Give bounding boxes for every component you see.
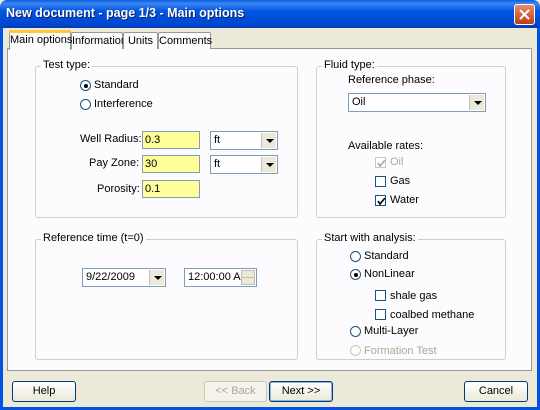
date-picker[interactable]: 9/22/2009: [82, 268, 166, 287]
analysis-standard-label[interactable]: Standard: [364, 250, 409, 262]
tab-comments[interactable]: Comments: [158, 32, 212, 49]
pay-zone-input[interactable]: 30: [142, 155, 200, 173]
chevron-down-icon[interactable]: [261, 133, 276, 148]
reference-time-group: [35, 239, 298, 360]
tab-main-options[interactable]: Main options: [9, 30, 72, 50]
oil-rate-label: Oil: [390, 156, 404, 168]
gas-rate-label[interactable]: Gas: [390, 175, 410, 187]
coalbed-methane-label[interactable]: coalbed methane: [390, 309, 474, 321]
water-rate-label[interactable]: Water: [390, 194, 419, 206]
well-radius-label: Well Radius:: [80, 133, 142, 145]
porosity-label: Porosity:: [97, 183, 140, 195]
test-type-legend: Test type:: [41, 59, 93, 71]
spin-down-icon[interactable]: [241, 277, 255, 285]
gas-rate-checkbox[interactable]: [375, 176, 386, 187]
porosity-input[interactable]: 0.1: [142, 180, 200, 198]
chevron-down-icon[interactable]: [261, 157, 276, 172]
close-icon: [519, 9, 530, 20]
formation-test-radio[interactable]: [350, 345, 361, 356]
formation-test-label: Formation Test: [364, 345, 437, 357]
pay-zone-unit-select[interactable]: ft: [210, 155, 278, 174]
fluid-type-legend: Fluid type:: [322, 59, 377, 71]
multi-layer-radio[interactable]: [350, 326, 361, 337]
time-picker[interactable]: 12:00:00 AM: [184, 268, 257, 287]
tab-information[interactable]: Information: [71, 32, 127, 49]
back-button[interactable]: << Back: [204, 381, 267, 402]
well-radius-unit-value: ft: [214, 134, 221, 146]
window-frame-left: [0, 28, 3, 410]
reference-phase-label: Reference phase:: [348, 74, 435, 86]
date-value: 9/22/2009: [86, 271, 135, 283]
nonlinear-label[interactable]: NonLinear: [364, 268, 415, 280]
window-title: New document - page 1/3 - Main options: [6, 6, 245, 20]
chevron-down-icon[interactable]: [469, 95, 484, 110]
next-button[interactable]: Next >>: [269, 381, 333, 402]
close-button[interactable]: [514, 4, 535, 25]
shale-gas-checkbox[interactable]: [375, 290, 386, 301]
coalbed-methane-checkbox[interactable]: [375, 309, 386, 320]
reference-time-legend: Reference time (t=0): [41, 232, 146, 244]
reference-phase-select[interactable]: Oil: [348, 93, 486, 112]
help-button[interactable]: Help: [12, 381, 76, 402]
shale-gas-label[interactable]: shale gas: [390, 290, 437, 302]
interference-radio-label[interactable]: Interference: [94, 98, 153, 110]
multi-layer-label[interactable]: Multi-Layer: [364, 325, 418, 337]
standard-radio-label[interactable]: Standard: [94, 79, 139, 91]
well-radius-unit-select[interactable]: ft: [210, 131, 278, 150]
tab-units[interactable]: Units: [123, 32, 158, 49]
water-rate-checkbox[interactable]: [375, 195, 386, 206]
chevron-down-icon[interactable]: [149, 270, 164, 285]
cancel-button[interactable]: Cancel: [464, 381, 528, 402]
interference-radio[interactable]: [80, 99, 91, 110]
checkmark-icon: [377, 197, 386, 206]
well-radius-input[interactable]: 0.3: [142, 131, 200, 149]
analysis-standard-radio[interactable]: [350, 251, 361, 262]
available-rates-label: Available rates:: [348, 140, 424, 152]
reference-phase-value: Oil: [352, 96, 366, 108]
standard-radio[interactable]: [80, 80, 91, 91]
checkmark-icon: [377, 159, 386, 168]
analysis-legend: Start with analysis:: [322, 232, 418, 244]
oil-rate-checkbox[interactable]: [375, 157, 386, 168]
nonlinear-radio[interactable]: [350, 269, 361, 280]
pay-zone-unit-value: ft: [214, 158, 221, 170]
pay-zone-label: Pay Zone:: [89, 157, 140, 169]
